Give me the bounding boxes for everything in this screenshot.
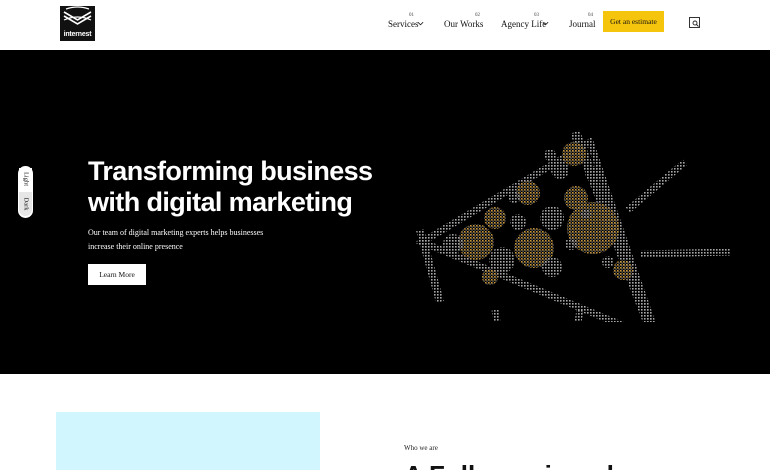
internest-logo-icon (63, 6, 92, 25)
theme-dark-label: Dark (22, 197, 29, 211)
chevron-down-icon (542, 21, 549, 26)
theme-dark-option[interactable]: Dark (19, 192, 32, 216)
chevron-down-icon (417, 21, 424, 26)
nav-item-journal[interactable]: 04 Journal (569, 12, 597, 36)
site-header: internest 01 Services 02 Our Works 03 Ag… (0, 0, 770, 50)
hero-title: Transforming business with digital marke… (88, 156, 373, 217)
nav-label: Our Works (444, 19, 484, 29)
theme-toggle[interactable]: Light Dark (18, 166, 33, 218)
megaphone-illustration (414, 130, 731, 322)
get-estimate-button[interactable]: Get an estimate (603, 11, 664, 32)
about-image (56, 412, 320, 470)
nav-item-our-works[interactable]: 02 Our Works (444, 12, 484, 36)
nav-number: 03 (534, 13, 539, 18)
learn-more-button[interactable]: Learn More (88, 264, 146, 285)
megaphone-cone (414, 130, 656, 322)
nav-number: 04 (588, 13, 593, 18)
hero-description: Our team of digital marketing experts he… (88, 228, 264, 251)
brand-logo[interactable]: internest (60, 6, 95, 41)
nav-item-agency-life[interactable]: 03 Agency Life (501, 12, 551, 36)
brand-name: internest (63, 31, 92, 38)
nav-label: Agency Life (501, 19, 547, 29)
search-icon (692, 20, 699, 27)
nav-number: 01 (409, 13, 414, 18)
nav-label: Services (388, 19, 419, 29)
nav-item-services[interactable]: 01 Services (388, 12, 426, 36)
sound-lines (625, 159, 731, 258)
nav-label: Journal (569, 19, 596, 29)
hero-section: Light Dark Transforming business with di… (0, 50, 770, 374)
search-button[interactable] (689, 17, 700, 28)
theme-light-option[interactable]: Light (19, 168, 32, 190)
about-heading: A Fully-equipped (404, 460, 614, 470)
theme-light-label: Light (22, 171, 29, 187)
megaphone-handle (491, 309, 584, 322)
nav-number: 02 (475, 13, 480, 18)
about-eyebrow: Who we are (404, 444, 438, 452)
